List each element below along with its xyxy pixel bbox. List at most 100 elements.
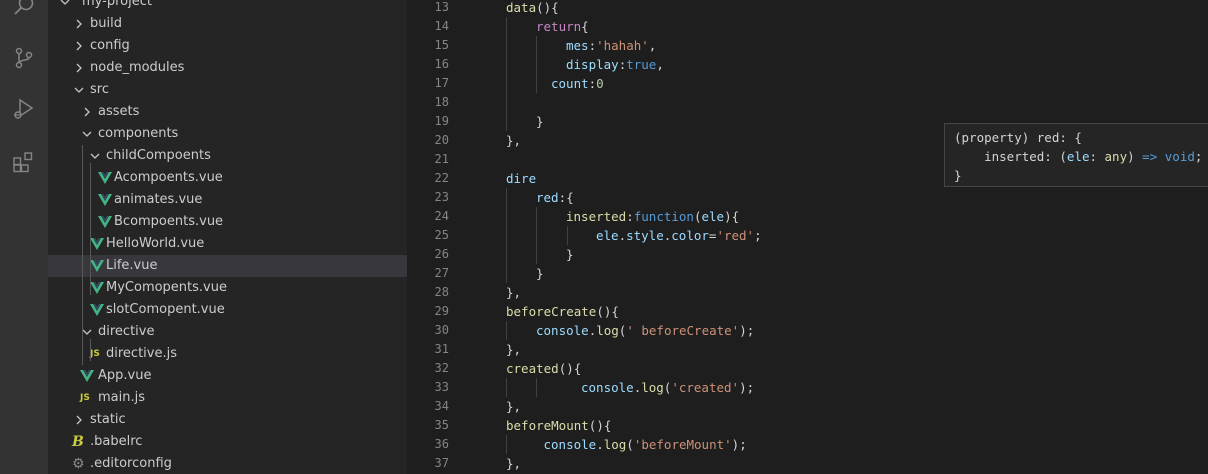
vue-file-icon — [90, 233, 106, 255]
code-token: ); — [739, 323, 755, 338]
tree-item[interactable]: slotComopent.vue — [48, 299, 407, 321]
hover-token: : — [1089, 149, 1105, 164]
tree-item[interactable]: JS directive.js — [48, 343, 407, 365]
code-line[interactable]: display:true, — [566, 55, 664, 74]
code-token: (){ — [588, 418, 612, 433]
tree-item-label: src — [90, 82, 109, 97]
code-line[interactable]: dire — [506, 169, 536, 188]
code-line[interactable]: red:{ — [536, 188, 574, 207]
code-line[interactable]: console.log('beforeMount'); — [544, 435, 747, 454]
chevron-down-icon[interactable] — [72, 79, 86, 101]
code-token: log — [596, 323, 619, 338]
line-number: 26 — [434, 247, 449, 261]
code-line[interactable]: }, — [506, 131, 521, 150]
tree-item-label: Life.vue — [106, 258, 158, 273]
tree-item[interactable]: static — [48, 409, 407, 431]
tree-item[interactable]: build — [48, 13, 407, 35]
code-token: dire — [506, 171, 537, 186]
tree-item[interactable]: node_modules — [48, 57, 407, 79]
vue-file-icon — [98, 167, 114, 189]
search-icon[interactable] — [12, 0, 36, 18]
chevron-right-icon[interactable] — [80, 101, 94, 123]
code-line[interactable]: mes:'hahah', — [566, 36, 656, 55]
tree-item[interactable]: Acompoents.vue — [48, 167, 407, 189]
tree-item[interactable]: Life.vue — [48, 255, 407, 277]
code-line[interactable]: beforeMount(){ — [506, 416, 611, 435]
chevron-right-icon[interactable] — [72, 57, 86, 79]
source-control-icon[interactable] — [12, 46, 36, 70]
hover-token — [1157, 149, 1165, 164]
tree-item-label: Bcompoents.vue — [114, 214, 224, 229]
hover-tooltip: (property) red: { inserted: (ele: any) =… — [944, 123, 1208, 187]
hover-token: void — [1164, 149, 1195, 164]
code-line[interactable]: return{ — [536, 17, 589, 36]
tree-item[interactable]: childCompoents — [48, 145, 407, 167]
line-number: 29 — [434, 304, 449, 318]
tree-item[interactable]: MyComopents.vue — [48, 277, 407, 299]
code-token: ; — [754, 228, 762, 243]
code-editor[interactable]: 13 14 15 16 17 18 19 20 21 22 23 24 25 26 27 28 29 30 31 32… — [407, 0, 1208, 474]
line-number: 28 — [434, 285, 449, 299]
code-line[interactable]: created(){ — [506, 359, 581, 378]
tree-item[interactable]: config — [48, 35, 407, 57]
tree-item-label: build — [90, 16, 122, 31]
code-line[interactable]: inserted:function(ele){ — [566, 207, 739, 226]
code-token: 'created' — [671, 380, 740, 395]
tree-item[interactable]: components — [48, 123, 407, 145]
tree-item[interactable]: ⚙ .editorconfig — [48, 453, 407, 474]
code-line[interactable]: count:0 — [551, 74, 604, 93]
chevron-down-icon[interactable] — [58, 0, 72, 13]
code-token: return — [536, 19, 582, 34]
indent-guide — [506, 188, 507, 283]
run-debug-icon[interactable] — [12, 97, 36, 121]
code-line[interactable]: beforeCreate(){ — [506, 302, 619, 321]
code-line[interactable]: data(){ — [506, 0, 559, 17]
code-line[interactable]: } — [536, 112, 544, 131]
code-line[interactable]: }, — [506, 340, 521, 359]
code-token: ){ — [724, 209, 740, 224]
activity-bar — [0, 0, 48, 474]
hover-token: any — [1104, 149, 1128, 164]
chevron-right-icon[interactable] — [72, 13, 86, 35]
code-line[interactable]: }, — [506, 454, 521, 473]
line-number: 34 — [434, 399, 449, 413]
tree-item-label: Acompoents.vue — [114, 170, 223, 185]
tree-item-label: my-project — [82, 0, 152, 9]
tree-item[interactable]: App.vue — [48, 365, 407, 387]
code-token: ); — [739, 380, 755, 395]
tree-item-label: static — [90, 412, 126, 427]
code-line[interactable]: ele.style.color='red'; — [596, 226, 762, 245]
chevron-right-icon[interactable] — [72, 35, 86, 57]
chevron-down-icon[interactable] — [80, 123, 94, 145]
tree-item[interactable]: animates.vue — [48, 189, 407, 211]
tree-item[interactable]: my-project — [48, 0, 407, 13]
code-token: }, — [506, 456, 522, 471]
tree-item[interactable]: JS main.js — [48, 387, 407, 409]
line-number: 22 — [434, 171, 449, 185]
tree-item[interactable]: directive — [48, 321, 407, 343]
tree-item[interactable]: HelloWorld.vue — [48, 233, 407, 255]
chevron-right-icon[interactable] — [72, 409, 86, 431]
tree-item[interactable]: assets — [48, 101, 407, 123]
code-token: (){ — [536, 0, 559, 15]
code-token: }, — [506, 342, 522, 357]
explorer-sidebar: my-project build config node_modulessrc asse… — [48, 0, 407, 474]
code-line[interactable]: console.log(' beforeCreate'); — [536, 321, 754, 340]
code-token: data — [506, 0, 537, 15]
code-line[interactable]: console.log('created'); — [581, 378, 754, 397]
tree-item[interactable]: B .babelrc — [48, 431, 407, 453]
code-line[interactable]: } — [536, 264, 544, 283]
extensions-icon[interactable] — [12, 150, 36, 174]
js-file-icon: JS — [90, 349, 100, 359]
code-line[interactable]: }, — [506, 397, 521, 416]
hover-token: ; — [1194, 149, 1203, 164]
code-token: display — [566, 57, 619, 72]
tree-item[interactable]: Bcompoents.vue — [48, 211, 407, 233]
code-line[interactable]: } — [566, 245, 574, 264]
code-token: . — [596, 437, 604, 452]
code-token: mes — [566, 38, 589, 53]
code-token: , — [656, 57, 664, 72]
code-line[interactable]: }, — [506, 283, 521, 302]
tree-item[interactable]: src — [48, 79, 407, 101]
code-token: } — [566, 247, 574, 262]
